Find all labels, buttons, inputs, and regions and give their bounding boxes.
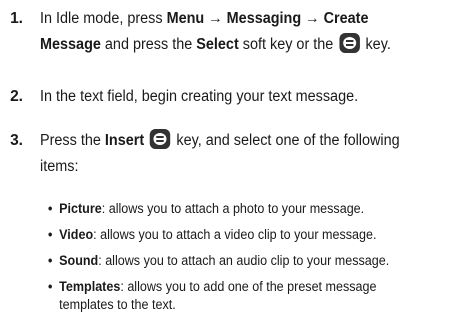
list-item: • Picture: allows you to attach a photo t… bbox=[48, 201, 365, 216]
list-item: • Templates: allows you to add one of the… bbox=[48, 279, 377, 312]
select-key-icon bbox=[339, 33, 360, 53]
step-text: In Idle mode, press Menu → Messaging → C… bbox=[40, 10, 391, 53]
step-number: 2. bbox=[10, 88, 23, 105]
list-item: • Video: allows you to attach a video cli… bbox=[48, 227, 377, 242]
step-number: 3. bbox=[10, 132, 23, 149]
step-text: In the text field, begin creating your t… bbox=[40, 88, 359, 105]
step-number: 1. bbox=[10, 10, 23, 27]
insert-key-icon bbox=[150, 129, 171, 149]
list-item: • Sound: allows you to attach an audio cl… bbox=[48, 253, 390, 268]
step-text: Press the Insert key, and select one of … bbox=[40, 128, 438, 180]
